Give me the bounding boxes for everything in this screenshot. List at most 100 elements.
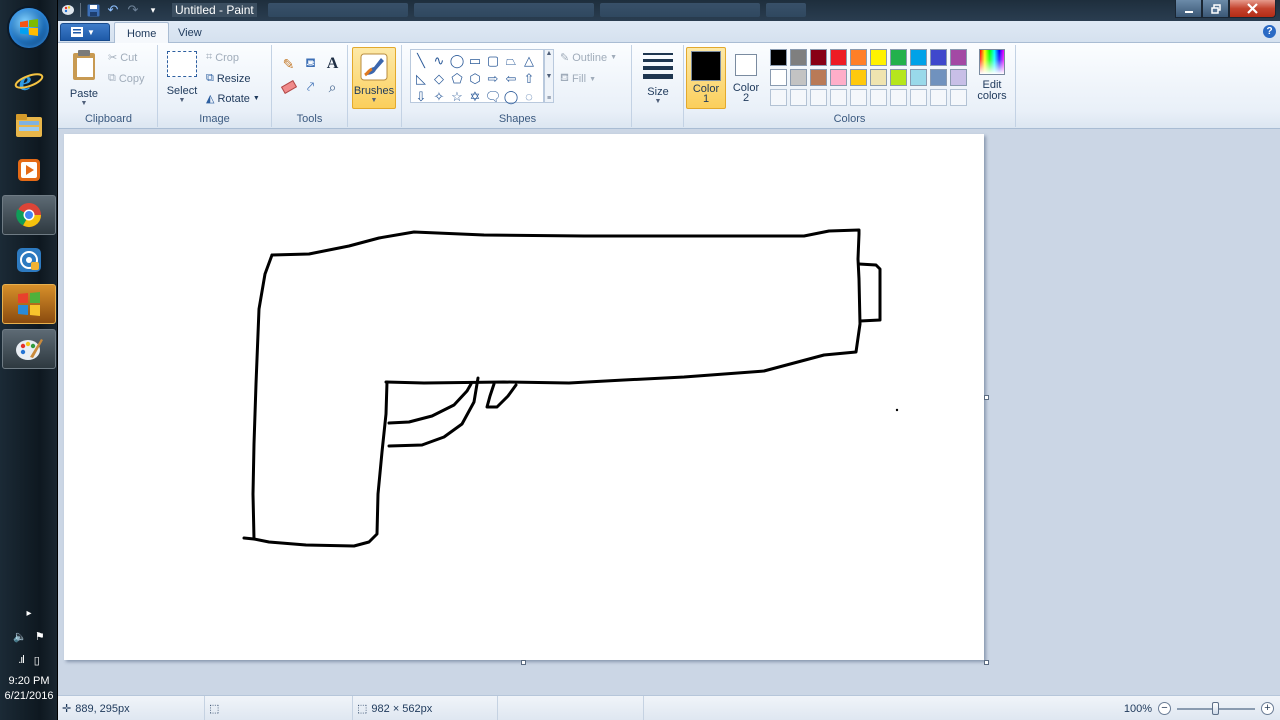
outline-button[interactable]: ✎ Outline ▼ bbox=[560, 51, 617, 65]
shape-item[interactable]: ⇩ bbox=[412, 87, 430, 105]
palette-swatch-empty[interactable] bbox=[870, 89, 887, 106]
shape-item[interactable]: ◌ bbox=[520, 87, 538, 105]
palette-swatch[interactable] bbox=[890, 69, 907, 86]
palette-swatch[interactable] bbox=[950, 69, 967, 86]
resize-handle-bottom[interactable] bbox=[521, 660, 526, 665]
show-hidden-icons-icon[interactable]: ▸ bbox=[0, 608, 58, 619]
eraser-icon[interactable] bbox=[278, 76, 299, 98]
palette-swatch-empty[interactable] bbox=[790, 89, 807, 106]
shape-item[interactable]: ∿ bbox=[430, 51, 448, 69]
paint-app-icon[interactable] bbox=[60, 2, 76, 18]
shape-item[interactable]: ⏢ bbox=[502, 51, 520, 69]
shape-item[interactable]: ◺ bbox=[412, 69, 430, 87]
palette-swatch-empty[interactable] bbox=[930, 89, 947, 106]
rotate-button[interactable]: ◭ Rotate ▼ bbox=[206, 92, 260, 106]
palette-swatch[interactable] bbox=[930, 49, 947, 66]
save-icon[interactable] bbox=[85, 2, 101, 18]
shape-item[interactable]: ⇧ bbox=[520, 69, 538, 87]
fill-button[interactable]: ⛾ Fill ▼ bbox=[560, 72, 596, 86]
zoom-slider[interactable] bbox=[1177, 701, 1255, 715]
palette-swatch-empty[interactable] bbox=[770, 89, 787, 106]
app-grid-icon[interactable] bbox=[2, 284, 56, 324]
tab-home[interactable]: Home bbox=[114, 22, 170, 43]
color2-button[interactable]: Color 2 bbox=[726, 47, 766, 109]
shape-item[interactable]: ◇ bbox=[430, 69, 448, 87]
drawing-canvas[interactable] bbox=[64, 134, 984, 660]
shape-item[interactable]: 🗨 bbox=[484, 87, 502, 105]
paste-button[interactable]: Paste ▼ bbox=[64, 49, 104, 107]
zoom-out-button[interactable]: − bbox=[1158, 702, 1171, 715]
network-app-icon[interactable] bbox=[2, 240, 56, 280]
help-icon[interactable]: ? bbox=[1263, 25, 1276, 38]
paint-taskbar-icon[interactable] bbox=[2, 329, 56, 369]
zoom-slider-thumb[interactable] bbox=[1212, 701, 1219, 715]
palette-swatch[interactable] bbox=[910, 69, 927, 86]
shape-item[interactable]: ✧ bbox=[430, 87, 448, 105]
palette-swatch[interactable] bbox=[810, 49, 827, 66]
crop-button[interactable]: ⌗ Crop bbox=[206, 51, 239, 64]
copy-button[interactable]: ⧉ Copy bbox=[108, 72, 145, 85]
palette-swatch-empty[interactable] bbox=[830, 89, 847, 106]
magnifier-icon[interactable]: ⌕ bbox=[322, 76, 343, 98]
maximize-button[interactable] bbox=[1202, 0, 1229, 18]
tab-view[interactable]: View bbox=[166, 22, 214, 43]
minimize-button[interactable] bbox=[1175, 0, 1202, 18]
palette-swatch[interactable] bbox=[770, 69, 787, 86]
color1-button[interactable]: Color 1 bbox=[686, 47, 726, 109]
undo-icon[interactable]: ↶ bbox=[105, 2, 121, 18]
file-explorer-icon[interactable] bbox=[2, 105, 56, 145]
shape-item[interactable]: ⇦ bbox=[502, 69, 520, 87]
redo-icon[interactable]: ↷ bbox=[125, 2, 141, 18]
edit-colors-button[interactable]: Edit colors bbox=[972, 49, 1012, 102]
file-menu-button[interactable]: ▼ bbox=[60, 23, 110, 41]
shape-item[interactable]: ⬡ bbox=[466, 69, 484, 87]
brushes-button[interactable]: Brushes ▼ bbox=[352, 47, 396, 109]
palette-swatch[interactable] bbox=[770, 49, 787, 66]
shape-item[interactable]: ╲ bbox=[412, 51, 430, 69]
clock-time[interactable]: 9:20 PM bbox=[0, 675, 58, 687]
action-center-flag-icon[interactable]: ⚑ bbox=[35, 630, 45, 643]
palette-swatch[interactable] bbox=[790, 49, 807, 66]
text-tool-icon[interactable]: A bbox=[322, 53, 343, 75]
resize-handle-right[interactable] bbox=[984, 395, 989, 400]
palette-swatch[interactable] bbox=[950, 49, 967, 66]
color-picker-icon[interactable]: ⤤ bbox=[300, 76, 321, 98]
select-button[interactable]: Select ▼ bbox=[164, 51, 200, 104]
size-button[interactable]: Size ▼ bbox=[638, 51, 678, 105]
palette-swatch[interactable] bbox=[790, 69, 807, 86]
palette-swatch[interactable] bbox=[930, 69, 947, 86]
shape-item[interactable]: ☆ bbox=[448, 87, 466, 105]
shape-item[interactable]: ◯ bbox=[502, 87, 520, 105]
signal-icon[interactable]: .ıl bbox=[18, 654, 24, 667]
chrome-icon[interactable] bbox=[2, 195, 56, 235]
start-button[interactable] bbox=[9, 8, 49, 48]
palette-swatch-empty[interactable] bbox=[810, 89, 827, 106]
customize-qat-icon[interactable]: ▾ bbox=[145, 2, 161, 18]
shape-item[interactable]: ◯ bbox=[448, 51, 466, 69]
palette-swatch[interactable] bbox=[910, 49, 927, 66]
media-player-icon[interactable] bbox=[2, 150, 56, 190]
internet-explorer-icon[interactable]: e bbox=[2, 60, 56, 100]
palette-swatch[interactable] bbox=[830, 49, 847, 66]
resize-button[interactable]: ⧉ Resize bbox=[206, 72, 250, 85]
fill-bucket-icon[interactable]: ⛾ bbox=[300, 53, 321, 75]
close-button[interactable] bbox=[1229, 0, 1276, 18]
palette-swatch-empty[interactable] bbox=[850, 89, 867, 106]
shape-item[interactable]: ▢ bbox=[484, 51, 502, 69]
clock-date[interactable]: 6/21/2016 bbox=[0, 690, 58, 702]
shapes-scrollbar[interactable]: ▲ ▼ ≡ bbox=[544, 49, 554, 103]
palette-swatch[interactable] bbox=[850, 69, 867, 86]
palette-swatch[interactable] bbox=[870, 69, 887, 86]
cut-button[interactable]: ✂ Cut bbox=[108, 51, 137, 65]
palette-swatch-empty[interactable] bbox=[950, 89, 967, 106]
palette-swatch[interactable] bbox=[810, 69, 827, 86]
zoom-in-button[interactable]: + bbox=[1261, 702, 1274, 715]
palette-swatch[interactable] bbox=[830, 69, 847, 86]
resize-handle-corner[interactable] bbox=[984, 660, 989, 665]
palette-swatch[interactable] bbox=[870, 49, 887, 66]
palette-swatch[interactable] bbox=[890, 49, 907, 66]
palette-swatch-empty[interactable] bbox=[890, 89, 907, 106]
battery-icon[interactable]: ▯ bbox=[34, 654, 40, 667]
pencil-icon[interactable]: ✎ bbox=[278, 53, 299, 75]
shape-item[interactable]: △ bbox=[520, 51, 538, 69]
